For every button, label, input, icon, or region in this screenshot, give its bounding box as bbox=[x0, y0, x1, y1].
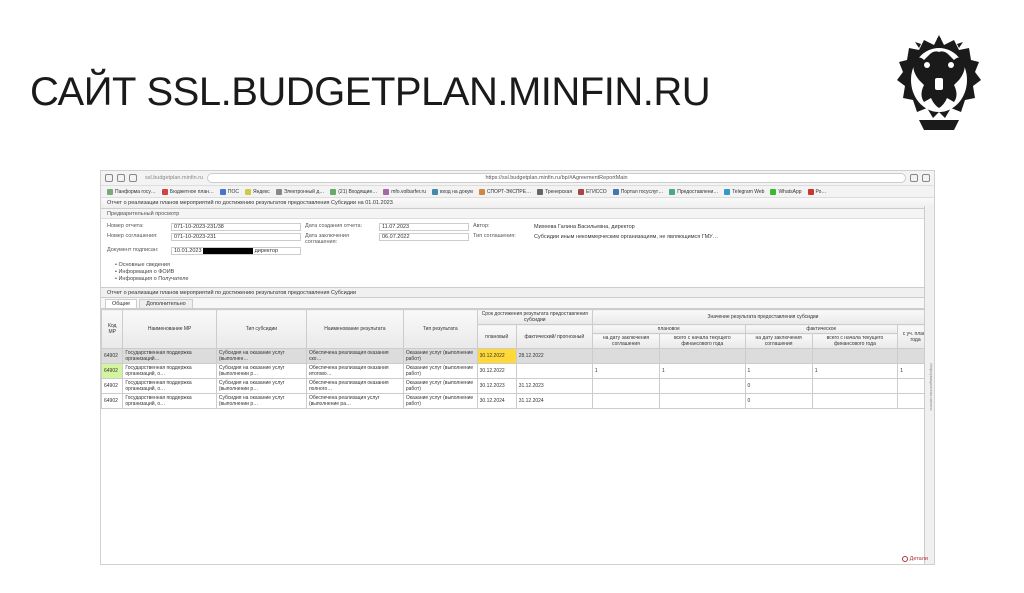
bookmarks-bar: Панформа госу… Бюджетное план… ПОС Яндек… bbox=[101, 186, 934, 198]
table-row[interactable]: 64902Государственная поддержка организац… bbox=[102, 349, 934, 364]
data-grid[interactable]: Код МР Наименование МР Тип субсидии Наим… bbox=[101, 309, 934, 409]
bookmark-icon bbox=[276, 189, 282, 195]
bookmark-item[interactable]: СПОРТ-ЭКСПРЕ… bbox=[479, 189, 531, 195]
info-panel-rail[interactable]: Информационная панель bbox=[924, 206, 934, 564]
col-plan-date[interactable]: плановый bbox=[477, 325, 516, 349]
field-report-no[interactable]: 071-10-2023-231/38 bbox=[171, 223, 301, 231]
bookmark-item[interactable]: (21) Входящие… bbox=[330, 189, 377, 195]
url-host: ssl.budgetplan.minfin.ru bbox=[145, 175, 203, 181]
bookmark-item[interactable]: ЕГИССО bbox=[578, 189, 607, 195]
col-group-plan: плановое bbox=[592, 325, 745, 334]
bookmark-icon bbox=[162, 189, 168, 195]
bookmark-item[interactable]: вход на докум bbox=[432, 189, 473, 195]
bookmark-icon bbox=[330, 189, 336, 195]
url-input[interactable]: https://ssl.budgetplan.minfin.ru/bp/#Agr… bbox=[207, 173, 906, 183]
bookmark-item[interactable]: Электронный д… bbox=[276, 189, 324, 195]
bookmark-icon bbox=[245, 189, 251, 195]
label-doc-signed: Документ подписан: bbox=[107, 247, 167, 255]
bookmark-icon bbox=[724, 189, 730, 195]
field-doc-signed: 10.01.2023 директор bbox=[171, 247, 301, 255]
col-v4[interactable]: всего с начала текущего финансового года bbox=[812, 334, 898, 349]
tab-bar: Общие Дополнительно bbox=[101, 298, 934, 309]
col-group-values: Значение результата предоставления субси… bbox=[592, 310, 933, 325]
label-report-no: Номер отчета: bbox=[107, 223, 167, 231]
preview-label: Предварительный просмотр bbox=[101, 209, 934, 219]
col-code[interactable]: Код МР bbox=[102, 310, 123, 349]
field-agreement-type: Субсидии иным некоммерческим организация… bbox=[532, 233, 928, 241]
details-button[interactable]: Детали bbox=[902, 556, 928, 562]
bookmark-icon bbox=[613, 189, 619, 195]
bookmark-icon bbox=[808, 189, 814, 195]
report-section-title: Отчет о реализации планов мероприятий по… bbox=[101, 287, 934, 298]
tree-item[interactable]: • Информация о ФОИВ bbox=[115, 269, 920, 275]
tab-additional[interactable]: Дополнительно bbox=[139, 299, 193, 308]
forward-icon[interactable] bbox=[117, 174, 125, 182]
bookmark-icon bbox=[770, 189, 776, 195]
col-fact-date[interactable]: фактический/ прогнозный bbox=[516, 325, 592, 349]
slide-title: САЙТ SSL.BUDGETPLAN.MINFIN.RU bbox=[30, 70, 710, 115]
coat-of-arms-icon bbox=[889, 30, 989, 140]
table-row[interactable]: 64902Государственная поддержка организац… bbox=[102, 394, 934, 409]
bookmark-icon bbox=[383, 189, 389, 195]
form-panel: Номер отчета: 071-10-2023-231/38 Дата со… bbox=[101, 219, 934, 259]
bookmark-icon bbox=[432, 189, 438, 195]
col-type[interactable]: Тип субсидии bbox=[216, 310, 306, 349]
table-row[interactable]: 64902Государственная поддержка организац… bbox=[102, 379, 934, 394]
warning-icon bbox=[902, 556, 908, 562]
bookmark-icon bbox=[578, 189, 584, 195]
field-report-date[interactable]: 11.07.2023 bbox=[379, 223, 469, 231]
field-agreement-no[interactable]: 071-10-2023-231 bbox=[171, 233, 301, 241]
col-result-type[interactable]: Тип результата bbox=[403, 310, 477, 349]
bookmark-item[interactable]: Бюджетное план… bbox=[162, 189, 214, 195]
document-header: Отчет о реализации планов мероприятий по… bbox=[101, 198, 934, 209]
bookmark-icon bbox=[107, 189, 113, 195]
label-agreement-no: Номер соглашения: bbox=[107, 233, 167, 245]
bookmark-item[interactable]: Telegram Web bbox=[724, 189, 764, 195]
field-agreement-date[interactable]: 06.07.2022 bbox=[379, 233, 469, 241]
label-agreement-date: Дата заключения соглашения: bbox=[305, 233, 375, 245]
bookmark-item[interactable]: Ро… bbox=[808, 189, 827, 195]
tree-item[interactable]: • Информация о Получателе bbox=[115, 276, 920, 282]
menu-icon[interactable] bbox=[922, 174, 930, 182]
col-result-name[interactable]: Наименование результата bbox=[306, 310, 403, 349]
bookmark-item[interactable]: ПОС bbox=[220, 189, 239, 195]
back-icon[interactable] bbox=[105, 174, 113, 182]
address-bar: ssl.budgetplan.minfin.ru https://ssl.bud… bbox=[101, 171, 934, 186]
bookmark-icon bbox=[479, 189, 485, 195]
tab-general[interactable]: Общие bbox=[105, 299, 137, 308]
bookmark-item[interactable]: Тренерская bbox=[537, 189, 572, 195]
col-v3[interactable]: на дату заключения соглашения bbox=[745, 334, 812, 349]
label-author: Автор: bbox=[473, 223, 528, 231]
col-group-fact: фактическое bbox=[745, 325, 898, 334]
col-group-dates: Срок достижения результата предоставлени… bbox=[477, 310, 592, 325]
bookmark-item[interactable]: mfo.volbarfer.ru bbox=[383, 189, 426, 195]
bookmark-icon bbox=[537, 189, 543, 195]
label-report-date: Дата создания отчета: bbox=[305, 223, 375, 231]
redacted-name bbox=[203, 248, 253, 254]
bookmark-icon bbox=[669, 189, 675, 195]
bookmark-item[interactable]: WhatsApp bbox=[770, 189, 801, 195]
bookmark-item[interactable]: Яндекс bbox=[245, 189, 270, 195]
col-name[interactable]: Наименование МР bbox=[123, 310, 216, 349]
bookmark-item[interactable]: Портал госуслуг… bbox=[613, 189, 664, 195]
label-agreement-type: Тип соглашения: bbox=[473, 233, 528, 245]
bookmark-item[interactable]: Предоставлени… bbox=[669, 189, 718, 195]
bookmark-icon bbox=[220, 189, 226, 195]
table-row[interactable]: 64902Государственная поддержка организац… bbox=[102, 364, 934, 379]
bookmark-item[interactable]: Панформа госу… bbox=[107, 189, 156, 195]
browser-window: ssl.budgetplan.minfin.ru https://ssl.bud… bbox=[100, 170, 935, 565]
col-v2[interactable]: всего с начала текущего финансового года bbox=[660, 334, 746, 349]
field-author: Михеева Галина Васильевна, директор bbox=[532, 223, 928, 231]
nav-tree[interactable]: • Основные сведения • Информация о ФОИВ … bbox=[101, 259, 934, 287]
col-v1[interactable]: на дату заключения соглашения bbox=[592, 334, 659, 349]
tree-item[interactable]: • Основные сведения bbox=[115, 262, 920, 268]
star-icon[interactable] bbox=[910, 174, 918, 182]
reload-icon[interactable] bbox=[129, 174, 137, 182]
